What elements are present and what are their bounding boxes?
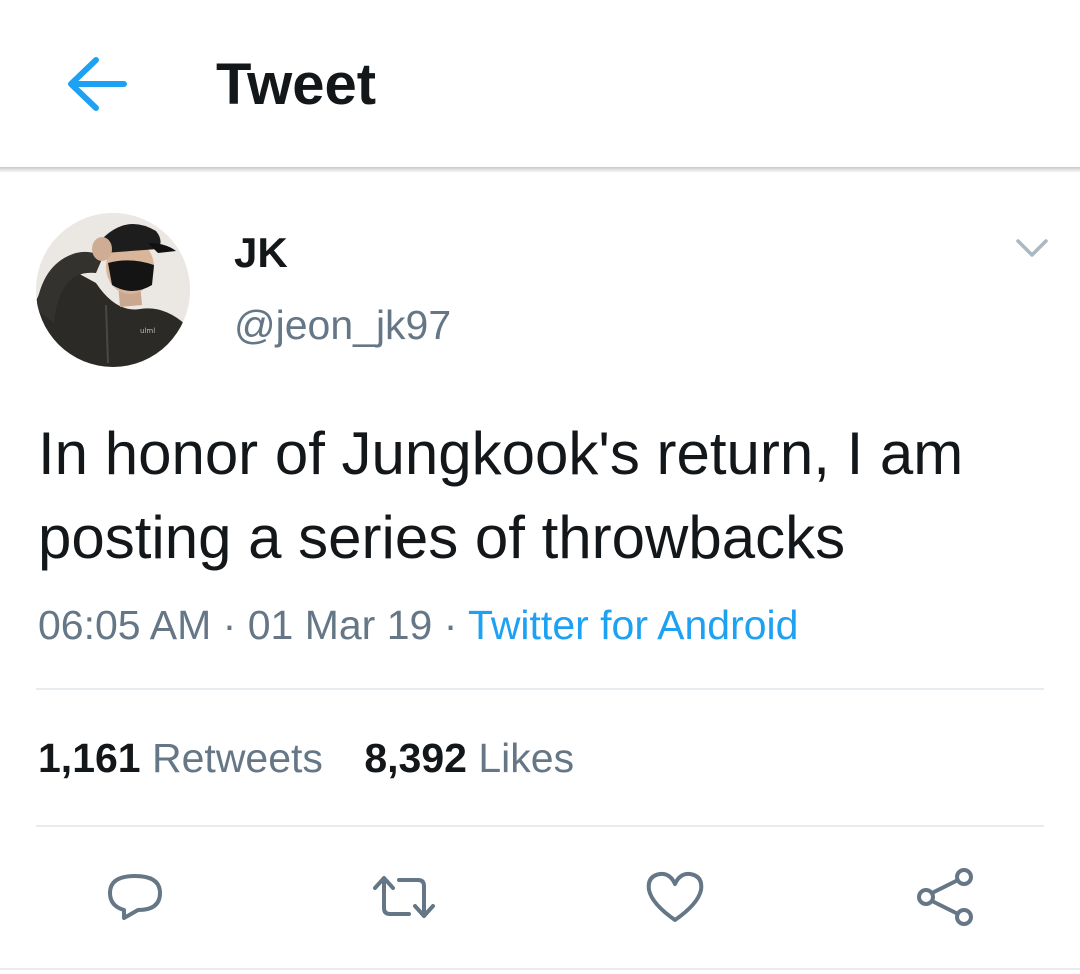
share-button[interactable] [910,862,980,932]
meta-separator: · [443,602,458,648]
tweet-stats: 1,161 Retweets 8,392 Likes [38,733,574,783]
tweet-date: 01 Mar 19 [247,602,433,648]
likes-stat[interactable]: 8,392 Likes [364,735,574,781]
retweets-label: Retweets [152,735,323,781]
author-handle[interactable]: @jeon_jk97 [234,300,451,350]
page-title: Tweet [216,52,377,117]
tweet-metadata: 06:05 AM · 01 Mar 19 · Twitter for Andro… [38,600,798,650]
tweet-text-line: posting a series of throwbacks [38,504,846,571]
reply-icon [108,874,162,920]
reply-button[interactable] [100,862,170,932]
tweet-text: In honor of Jungkook's return, I am post… [38,412,1058,580]
retweets-stat[interactable]: 1,161 Retweets [38,735,323,781]
like-button[interactable] [640,862,710,932]
divider [0,968,1080,970]
author-display-name[interactable]: JK [234,228,288,278]
divider [36,688,1044,690]
tweet-source-link[interactable]: Twitter for Android [468,602,798,648]
arrow-left-icon [68,57,127,111]
header-divider [0,167,1080,173]
divider [36,825,1044,827]
retweet-icon [373,876,435,918]
chevron-down-icon [1016,239,1048,257]
tweet-time: 06:05 AM [38,602,212,648]
svg-text:ulml: ulml [140,327,155,335]
back-button[interactable] [58,48,134,120]
tweet-text-line: In honor of Jungkook's return, I am [38,420,964,487]
avatar[interactable]: ulml [36,213,190,367]
retweets-count: 1,161 [38,735,141,781]
share-icon [917,868,973,926]
app-header: Tweet [0,0,1080,168]
tweet-options-button[interactable] [1008,228,1056,268]
profile-photo: ulml [36,213,190,367]
meta-separator: · [222,602,237,648]
heart-icon [646,871,704,922]
likes-label: Likes [478,735,575,781]
likes-count: 8,392 [364,735,467,781]
retweet-button[interactable] [369,862,439,932]
